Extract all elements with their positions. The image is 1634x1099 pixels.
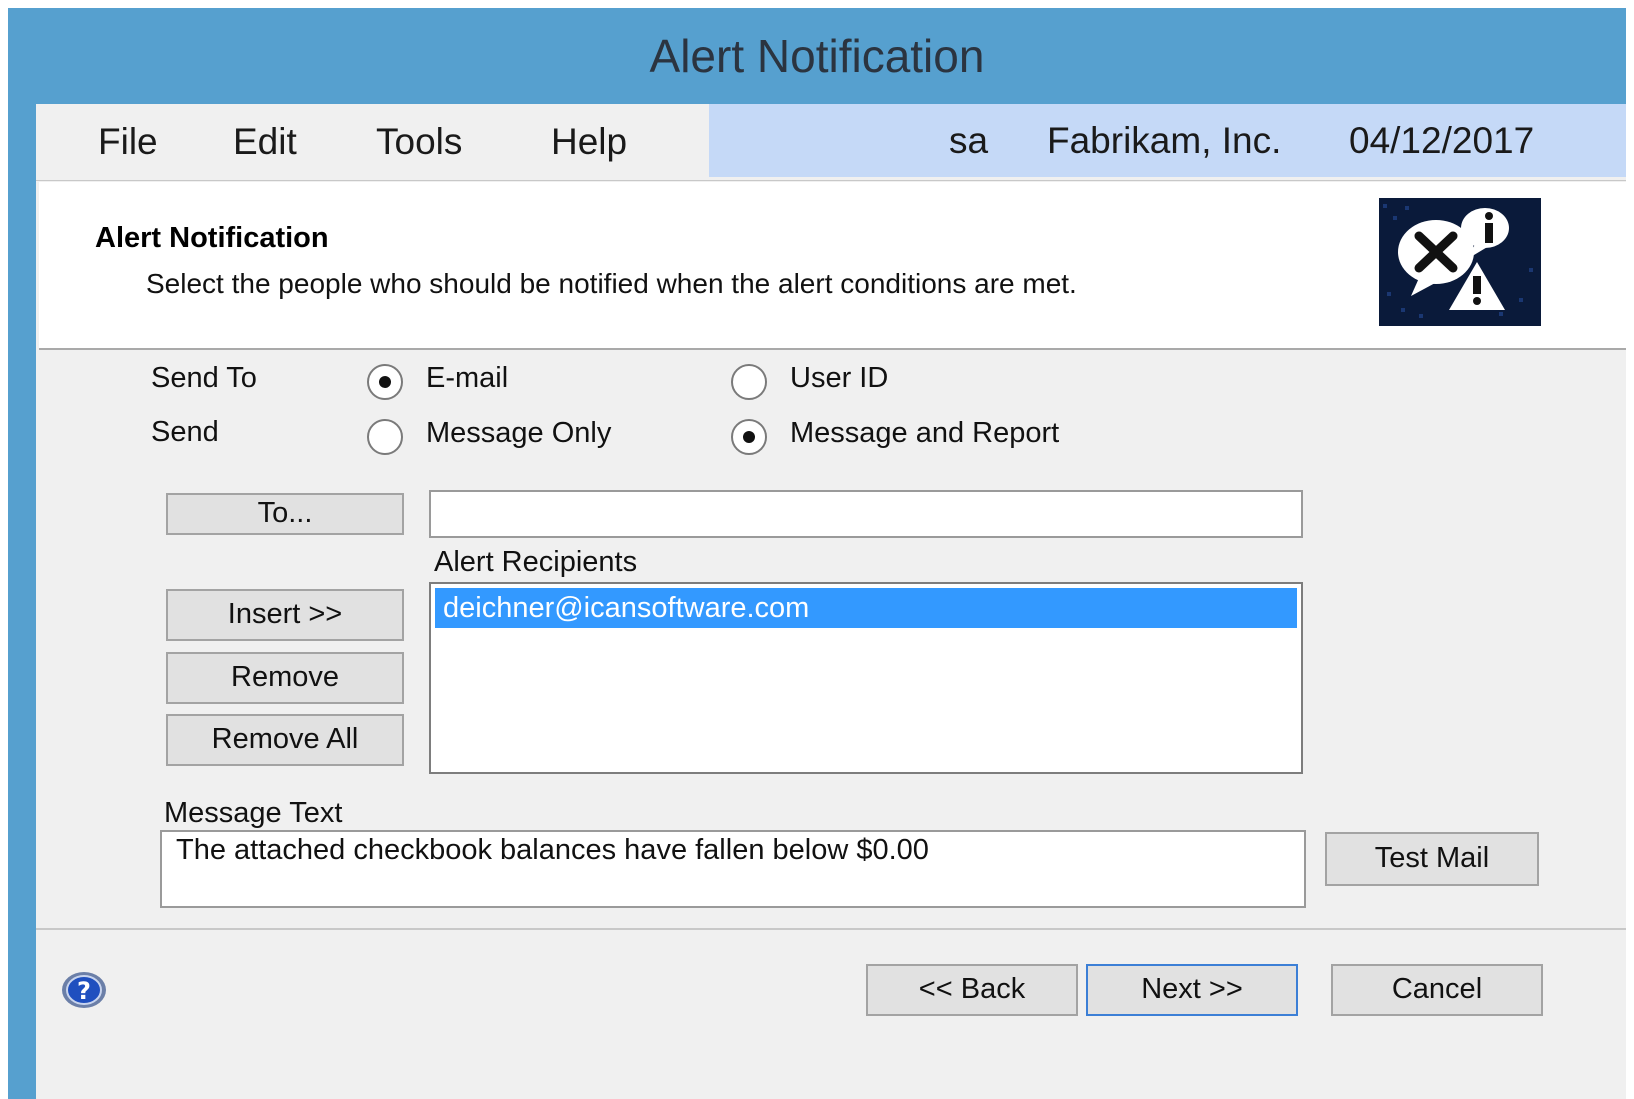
back-button-label: << Back <box>918 973 1026 1005</box>
window-client: File Edit Tools Help sa Fabrikam, Inc. 0… <box>36 104 1626 1099</box>
radio-selected-dot <box>743 431 755 443</box>
send-to-email-radio[interactable] <box>367 364 403 400</box>
session-info-bar: sa Fabrikam, Inc. 04/12/2017 <box>709 104 1626 177</box>
company-name: Fabrikam, Inc. <box>1047 120 1282 161</box>
header-panel: Alert Notification Select the people who… <box>39 182 1626 350</box>
send-to-userid-label[interactable]: User ID <box>790 362 888 395</box>
alert-recipients-label: Alert Recipients <box>434 546 638 578</box>
send-to-userid-radio[interactable] <box>731 364 767 400</box>
alert-notification-window: Alert Notification File Edit Tools Help … <box>8 8 1626 1099</box>
to-input[interactable] <box>429 490 1303 538</box>
send-to-email-label[interactable]: E-mail <box>426 362 508 395</box>
send-message-report-label[interactable]: Message and Report <box>790 417 1059 450</box>
cancel-button[interactable]: Cancel <box>1331 964 1543 1016</box>
remove-all-button[interactable]: Remove All <box>166 714 404 766</box>
window-title: Alert Notification <box>649 30 985 82</box>
send-to-label: Send To <box>151 362 257 394</box>
test-mail-button[interactable]: Test Mail <box>1325 832 1539 886</box>
cancel-button-label: Cancel <box>1391 973 1483 1005</box>
send-message-report-radio[interactable] <box>731 419 767 455</box>
menu-help[interactable]: Help <box>551 104 627 180</box>
message-text-input[interactable]: The attached checkbook balances have fal… <box>160 830 1306 908</box>
svg-text:?: ? <box>77 977 91 1005</box>
menu-tools[interactable]: Tools <box>376 104 462 180</box>
test-mail-button-label: Test Mail <box>1374 842 1490 874</box>
send-label: Send <box>151 416 219 448</box>
help-icon[interactable]: ? <box>60 970 108 1010</box>
user-date: 04/12/2017 <box>1349 120 1535 161</box>
next-button-label: Next >> <box>1141 973 1243 1005</box>
remove-button[interactable]: Remove <box>166 652 404 704</box>
insert-button-label: Insert >> <box>227 598 343 630</box>
menu-edit[interactable]: Edit <box>233 104 297 180</box>
menu-file[interactable]: File <box>98 104 158 180</box>
page-description: Select the people who should be notified… <box>146 268 1077 299</box>
recipient-list-item[interactable]: deichner@icansoftware.com <box>435 588 1297 628</box>
page-title: Alert Notification <box>95 222 329 254</box>
send-message-only-radio[interactable] <box>367 419 403 455</box>
send-message-only-label[interactable]: Message Only <box>426 417 611 450</box>
alert-icon <box>1379 198 1541 326</box>
back-button[interactable]: << Back <box>866 964 1078 1016</box>
to-button-label: To... <box>257 497 313 529</box>
insert-button[interactable]: Insert >> <box>166 589 404 641</box>
alert-recipients-list[interactable]: deichner@icansoftware.com <box>429 582 1303 774</box>
remove-all-button-label: Remove All <box>211 723 359 755</box>
next-button[interactable]: Next >> <box>1086 964 1298 1016</box>
remove-button-label: Remove <box>231 661 339 693</box>
user-id: sa <box>949 120 989 161</box>
to-button[interactable]: To... <box>166 493 404 535</box>
radio-selected-dot <box>379 376 391 388</box>
footer-divider <box>36 928 1626 930</box>
message-text-label: Message Text <box>164 797 343 829</box>
menu-bar: File Edit Tools Help sa Fabrikam, Inc. 0… <box>36 104 1626 181</box>
